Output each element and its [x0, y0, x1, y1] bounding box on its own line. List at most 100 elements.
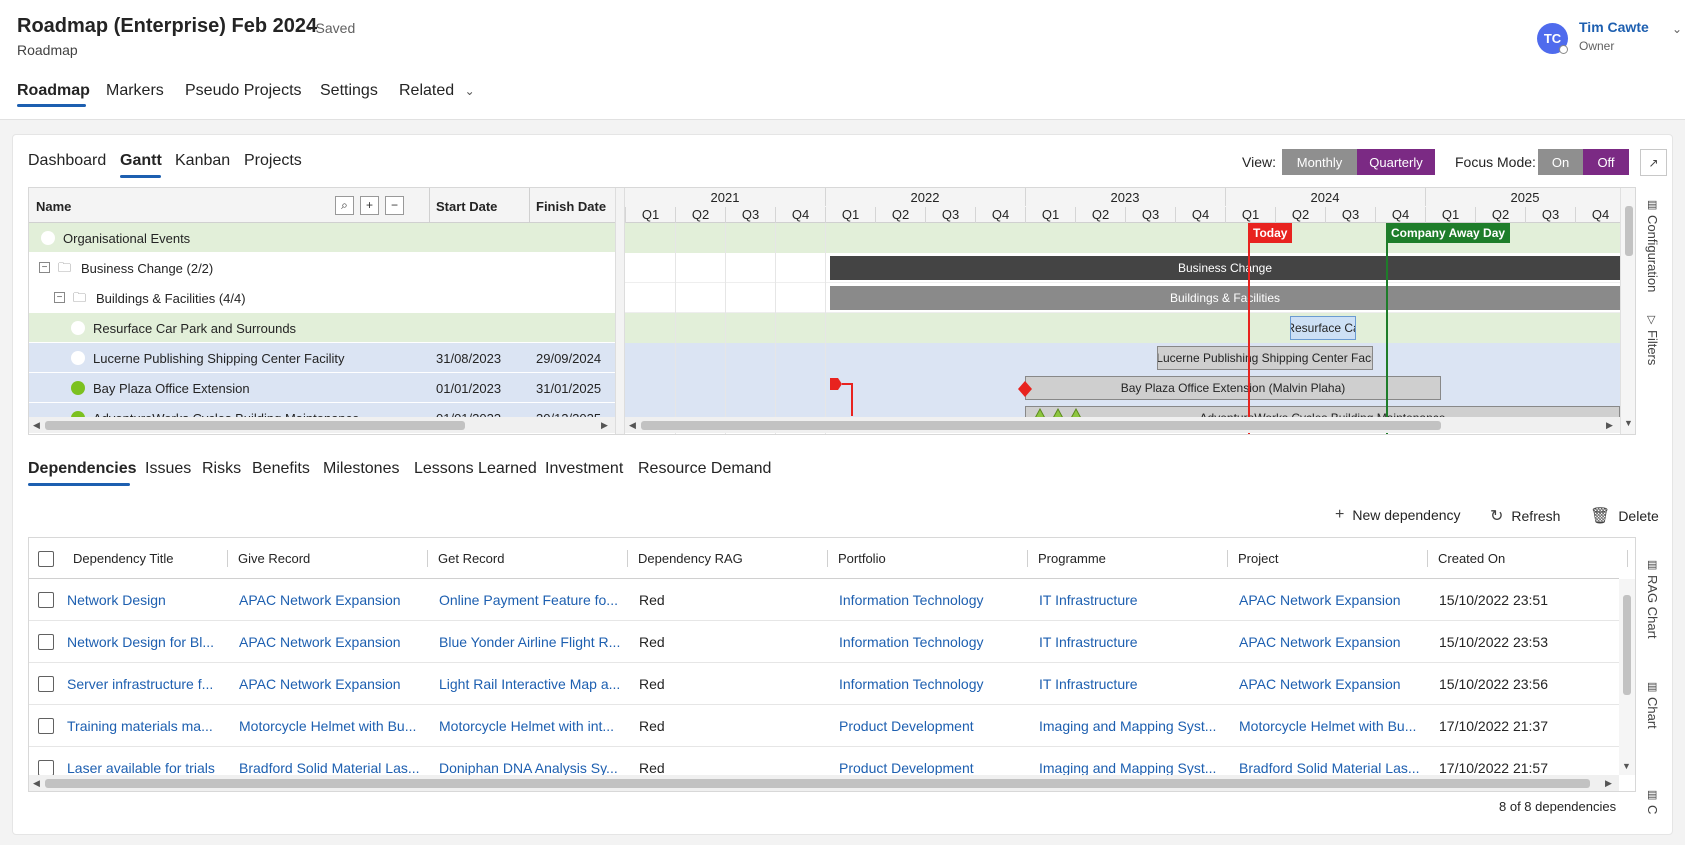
- view-monthly-button[interactable]: Monthly: [1282, 149, 1357, 175]
- rag-chart-icon[interactable]: ▤: [1647, 558, 1657, 571]
- gantt-row[interactable]: Bay Plaza Office Extension 01/01/2023 31…: [29, 373, 615, 403]
- row-checkbox[interactable]: [38, 676, 54, 692]
- collapse-icon[interactable]: −: [39, 262, 50, 273]
- bay-plaza-bar[interactable]: Bay Plaza Office Extension (Malvin Plaha…: [1025, 376, 1441, 400]
- company-away-day-marker[interactable]: Company Away Day: [1386, 223, 1511, 243]
- chevron-down-icon[interactable]: ⌄: [1672, 22, 1682, 36]
- grid-horizontal-scrollbar[interactable]: ◀ ▶: [29, 417, 615, 433]
- owner-name-link[interactable]: Tim Cawte: [1579, 19, 1649, 35]
- table-vertical-scrollbar[interactable]: ▼: [1619, 579, 1635, 775]
- collapse-all-button[interactable]: −: [385, 196, 404, 215]
- configuration-icon[interactable]: ▤: [1647, 198, 1657, 211]
- get-record-link[interactable]: Online Payment Feature fo...: [439, 592, 624, 608]
- dependency-title-link[interactable]: Server infrastructure f...: [67, 676, 232, 692]
- scroll-right-icon[interactable]: ▶: [1606, 417, 1613, 433]
- scroll-right-icon[interactable]: ▶: [1605, 775, 1612, 791]
- refresh-button[interactable]: ↻ Refresh: [1490, 506, 1560, 526]
- resurface-car-park-bar[interactable]: Resurface Ca: [1290, 316, 1356, 340]
- panel-icon[interactable]: ▤: [1647, 788, 1657, 801]
- scroll-thumb[interactable]: [1623, 595, 1631, 695]
- column-header-name[interactable]: Name: [36, 199, 71, 214]
- timeline-horizontal-scrollbar[interactable]: ◀ ▶: [625, 417, 1620, 433]
- column-header-programme[interactable]: Programme: [1038, 551, 1106, 566]
- scroll-right-icon[interactable]: ▶: [601, 417, 608, 433]
- portfolio-link[interactable]: Product Development: [839, 760, 1024, 776]
- chart-panel-tab[interactable]: Chart: [1645, 697, 1660, 729]
- dependency-title-link[interactable]: Network Design for Bl...: [67, 634, 232, 650]
- row-checkbox[interactable]: [38, 592, 54, 608]
- get-record-link[interactable]: Blue Yonder Airline Flight R...: [439, 634, 624, 650]
- get-record-link[interactable]: Light Rail Interactive Map a...: [439, 676, 624, 692]
- tab-investment[interactable]: Investment: [545, 460, 623, 478]
- search-icon[interactable]: ⌕: [335, 196, 354, 215]
- tab-roadmap[interactable]: Roadmap: [17, 82, 90, 100]
- tab-kanban[interactable]: Kanban: [175, 152, 230, 170]
- dependency-title-link[interactable]: Laser available for trials: [67, 760, 232, 776]
- scroll-left-icon[interactable]: ◀: [33, 417, 40, 433]
- portfolio-link[interactable]: Information Technology: [839, 676, 1024, 692]
- diamond-milestone-icon[interactable]: [1017, 380, 1033, 398]
- gantt-row[interactable]: Resurface Car Park and Surrounds: [29, 313, 615, 343]
- new-dependency-button[interactable]: + New dependency: [1335, 506, 1461, 524]
- tab-resource-demand[interactable]: Resource Demand: [638, 460, 771, 478]
- tab-pseudo-projects[interactable]: Pseudo Projects: [185, 82, 302, 100]
- column-header-created-on[interactable]: Created On: [1438, 551, 1505, 566]
- gantt-row[interactable]: − 🗀 Business Change (2/2): [29, 253, 615, 283]
- tab-related[interactable]: Related ⌄: [399, 82, 475, 100]
- project-link[interactable]: APAC Network Expansion: [1239, 634, 1424, 650]
- scroll-left-icon[interactable]: ◀: [33, 775, 40, 791]
- filter-icon[interactable]: ▽: [1647, 313, 1655, 326]
- column-header-dependency-title[interactable]: Dependency Title: [73, 551, 173, 566]
- give-record-link[interactable]: Motorcycle Helmet with Bu...: [239, 718, 424, 734]
- gantt-row[interactable]: Lucerne Publishing Shipping Center Facil…: [29, 343, 615, 373]
- view-quarterly-button[interactable]: Quarterly: [1357, 149, 1435, 175]
- popout-icon[interactable]: ↗: [1640, 149, 1667, 176]
- tab-dependencies[interactable]: Dependencies: [28, 460, 136, 478]
- panel-tab[interactable]: C: [1645, 805, 1660, 825]
- column-header-portfolio[interactable]: Portfolio: [838, 551, 886, 566]
- scroll-thumb[interactable]: [641, 421, 1441, 430]
- filters-panel-tab[interactable]: Filters: [1645, 330, 1660, 365]
- tab-risks[interactable]: Risks: [202, 460, 241, 478]
- programme-link[interactable]: Imaging and Mapping Syst...: [1039, 718, 1224, 734]
- scroll-down-icon[interactable]: ▼: [1622, 761, 1631, 771]
- tab-milestones[interactable]: Milestones: [323, 460, 399, 478]
- scroll-down-icon[interactable]: ▼: [1624, 418, 1633, 428]
- column-header-get-record[interactable]: Get Record: [438, 551, 504, 566]
- tab-gantt[interactable]: Gantt: [120, 152, 162, 170]
- scroll-thumb[interactable]: [45, 421, 465, 430]
- row-checkbox[interactable]: [38, 634, 54, 650]
- scroll-left-icon[interactable]: ◀: [629, 417, 636, 433]
- programme-link[interactable]: IT Infrastructure: [1039, 592, 1224, 608]
- tab-issues[interactable]: Issues: [145, 460, 191, 478]
- gantt-row[interactable]: − 🗀 Buildings & Facilities (4/4): [29, 283, 615, 313]
- tab-lessons-learned[interactable]: Lessons Learned: [414, 460, 537, 478]
- row-checkbox[interactable]: [38, 718, 54, 734]
- project-link[interactable]: APAC Network Expansion: [1239, 676, 1424, 692]
- grid-splitter[interactable]: [615, 188, 625, 434]
- configuration-panel-tab[interactable]: Configuration: [1645, 215, 1660, 292]
- tab-dashboard[interactable]: Dashboard: [28, 152, 106, 170]
- portfolio-link[interactable]: Product Development: [839, 718, 1024, 734]
- buildings-facilities-bar[interactable]: Buildings & Facilities: [830, 286, 1620, 310]
- row-checkbox[interactable]: [38, 760, 54, 776]
- collapse-icon[interactable]: −: [54, 292, 65, 303]
- project-link[interactable]: Bradford Solid Material Las...: [1239, 760, 1424, 776]
- scroll-thumb[interactable]: [1625, 206, 1633, 256]
- tab-settings[interactable]: Settings: [320, 82, 378, 100]
- table-row[interactable]: Training materials ma... Motorcycle Helme…: [29, 705, 1619, 747]
- column-header-finish-date[interactable]: Finish Date: [536, 199, 606, 214]
- get-record-link[interactable]: Motorcycle Helmet with int...: [439, 718, 624, 734]
- give-record-link[interactable]: APAC Network Expansion: [239, 634, 424, 650]
- timeline-vertical-scrollbar[interactable]: ▼: [1620, 188, 1635, 434]
- business-change-bar[interactable]: Business Change: [830, 256, 1620, 280]
- column-header-start-date[interactable]: Start Date: [436, 199, 497, 214]
- dependency-title-link[interactable]: Training materials ma...: [67, 718, 232, 734]
- column-header-dependency-rag[interactable]: Dependency RAG: [638, 551, 743, 566]
- portfolio-link[interactable]: Information Technology: [839, 634, 1024, 650]
- delete-button[interactable]: 🗑 Delete: [1590, 506, 1659, 526]
- expand-all-button[interactable]: +: [360, 196, 379, 215]
- focus-on-button[interactable]: On: [1538, 149, 1583, 175]
- column-header-project[interactable]: Project: [1238, 551, 1278, 566]
- scroll-thumb[interactable]: [45, 779, 1590, 788]
